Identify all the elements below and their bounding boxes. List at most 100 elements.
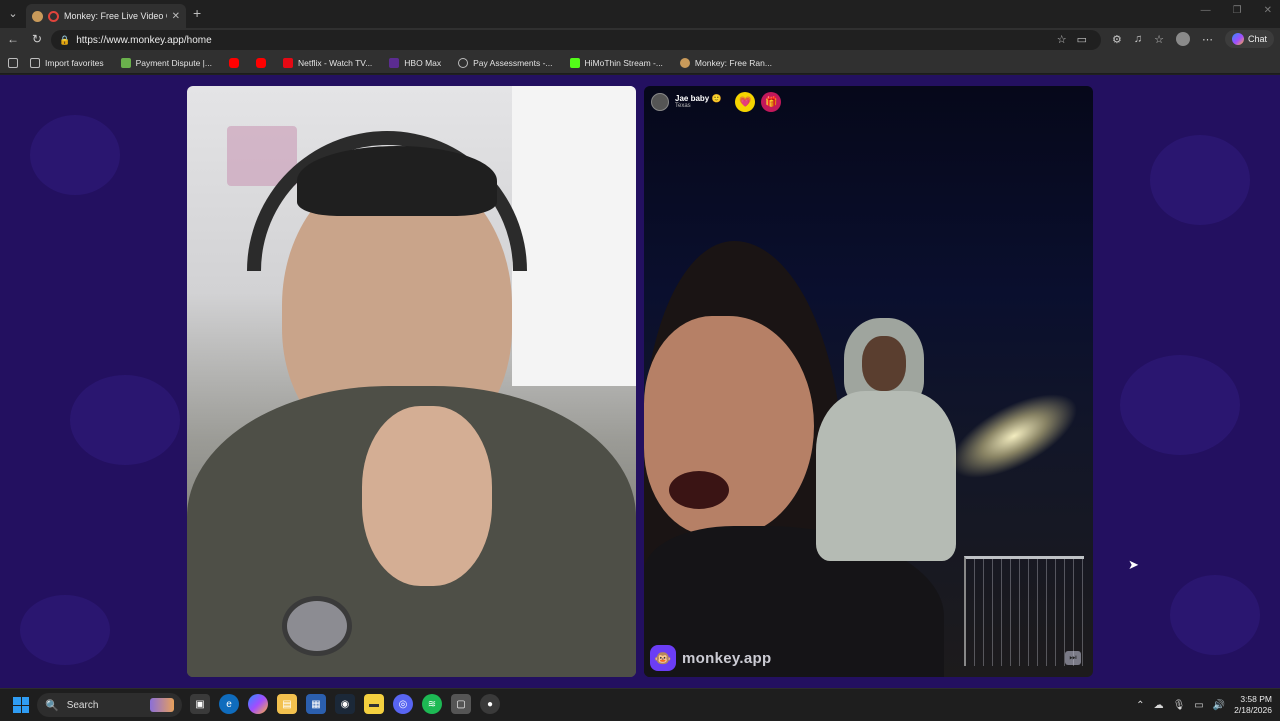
close-window-icon[interactable]: ✕ <box>1264 5 1272 16</box>
monkey-video-chat-page: Jae baby 🙂 Texas 💗 🎁 🐵 monkey.app ⏭ ➤ <box>0 75 1280 688</box>
more-menu-icon[interactable]: ⋯ <box>1202 33 1213 46</box>
import-icon <box>30 57 40 68</box>
gift-badge-icon[interactable]: 🎁 <box>761 92 782 112</box>
chat-label: Chat <box>1247 34 1267 44</box>
start-button[interactable] <box>13 697 29 713</box>
watermark-text: monkey.app <box>682 649 772 667</box>
spotify-icon[interactable]: ≋ <box>422 694 442 714</box>
youtube-icon <box>255 57 266 68</box>
sticky-notes-icon[interactable]: ▬ <box>364 694 384 714</box>
self-video-feed <box>187 86 636 677</box>
bookmark-kick-stream[interactable]: HiMoThin Stream -... <box>569 57 663 68</box>
youtube-icon <box>228 57 239 68</box>
bookmark-favicon-icon <box>120 57 131 68</box>
file-explorer-icon[interactable]: ▤ <box>277 694 297 714</box>
search-icon: 🔍 <box>45 699 59 712</box>
bookmark-hbo-max[interactable]: HBO Max <box>389 57 441 68</box>
bookmark-netflix[interactable]: Netflix - Watch TV... <box>282 57 372 68</box>
bystander-hoodie <box>816 391 956 561</box>
bookmark-payment-dispute[interactable]: Payment Dispute |... <box>120 57 212 68</box>
edge-icon[interactable]: e <box>219 694 239 714</box>
street-light-glare <box>938 376 1090 496</box>
bookmark-monkey[interactable]: Monkey: Free Ran... <box>679 57 772 68</box>
obs-icon[interactable]: ● <box>480 694 500 714</box>
recording-indicator-icon <box>48 10 59 22</box>
taskbar-apps: ▣ e ▤ ▦ ◉ ▬ ◎ ≋ ▢ ● <box>190 694 500 714</box>
remote-user-header: Jae baby 🙂 Texas 💗 🎁 <box>651 92 782 112</box>
heart-badge-icon[interactable]: 💗 <box>735 92 756 112</box>
clock-time: 3:58 PM <box>1240 694 1272 704</box>
tab-title: Monkey: Free Live Video Chat <box>64 11 167 21</box>
volume-icon[interactable]: 🔊 <box>1213 700 1225 711</box>
hand <box>362 406 492 586</box>
tray-overflow-icon[interactable]: ⌃ <box>1136 700 1144 711</box>
background-pattern <box>20 595 110 665</box>
globe-icon <box>458 57 469 68</box>
bookmark-pay-assessments[interactable]: Pay Assessments -... <box>458 57 553 68</box>
clock-date: 2/18/2026 <box>1234 705 1272 715</box>
window-light <box>512 86 636 386</box>
remote-user-info: Jae baby 🙂 Texas <box>675 94 721 110</box>
remote-location: Texas <box>675 103 691 109</box>
store-icon[interactable]: ▦ <box>306 694 326 714</box>
monkey-favicon-icon <box>679 57 690 68</box>
tab-monkey[interactable]: Monkey: Free Live Video Chat ✕ <box>26 4 186 28</box>
remote-mouth <box>669 471 729 509</box>
reload-button[interactable]: ↻ <box>29 32 45 46</box>
remote-video-feed: Jae baby 🙂 Texas 💗 🎁 🐵 monkey.app ⏭ <box>644 86 1093 677</box>
tab-strip: ⌄ Monkey: Free Live Video Chat ✕ + — ❐ ✕ <box>0 0 1280 28</box>
monkey-logo-icon: 🐵 <box>650 645 676 671</box>
bookmark-youtube-2[interactable] <box>255 57 271 68</box>
background-pattern <box>30 115 120 195</box>
maximize-icon[interactable]: ❐ <box>1233 5 1242 16</box>
skip-icon[interactable]: ⏭ <box>1065 651 1081 665</box>
kick-icon <box>569 57 580 68</box>
media-control-icon[interactable]: ♫ <box>1134 33 1142 45</box>
steam-icon[interactable]: ◉ <box>335 694 355 714</box>
background-pattern <box>1120 355 1240 455</box>
clock[interactable]: 3:58 PM 2/18/2026 <box>1234 694 1272 716</box>
site-info-icon[interactable]: 🔒 <box>59 35 70 46</box>
microphone-icon[interactable]: 🎙 <box>1173 700 1186 711</box>
bookmark-import-favorites[interactable]: Import favorites <box>30 57 104 68</box>
taskbar-search[interactable]: 🔍 Search <box>37 693 182 717</box>
monkey-favicon-icon <box>32 10 43 22</box>
tab-actions-icon[interactable] <box>8 57 18 68</box>
bookmark-youtube-1[interactable] <box>228 57 244 68</box>
mouse-cursor-icon: ➤ <box>1128 557 1139 572</box>
back-button[interactable]: ← <box>5 32 21 46</box>
new-tab-button[interactable]: + <box>193 5 201 21</box>
remote-username: Jae baby 🙂 <box>675 94 722 103</box>
copilot-taskbar-icon[interactable] <box>248 694 268 714</box>
onedrive-icon[interactable]: ☁ <box>1154 700 1164 711</box>
tab-close-icon[interactable]: ✕ <box>172 11 180 22</box>
background-pattern <box>1150 135 1250 225</box>
search-label: Search <box>66 699 99 711</box>
favorite-star-icon[interactable]: ☆ <box>1057 33 1067 46</box>
url-text[interactable]: https://www.monkey.app/home <box>76 35 211 46</box>
task-view-icon[interactable]: ▣ <box>190 694 210 714</box>
favorites-icon[interactable]: ☆ <box>1154 33 1164 46</box>
discord-icon[interactable]: ◎ <box>393 694 413 714</box>
hair <box>297 146 497 216</box>
minimize-icon[interactable]: — <box>1201 5 1211 16</box>
railing <box>964 556 1084 666</box>
camera-icon[interactable]: ▭ <box>1077 33 1087 46</box>
app-window-icon[interactable]: ▢ <box>451 694 471 714</box>
profile-avatar[interactable] <box>1175 32 1190 46</box>
window-controls: — ❐ ✕ <box>1201 5 1272 16</box>
monkey-watermark: 🐵 monkey.app <box>650 645 771 671</box>
background-pattern <box>70 375 180 465</box>
background-pattern <box>1170 575 1260 655</box>
tab-actions-menu-icon[interactable]: ⌄ <box>4 5 22 23</box>
copilot-icon <box>1231 33 1244 45</box>
system-tray: ⌃ ☁ 🎙 ▭ 🔊 3:58 PM 2/18/2026 <box>1136 689 1272 721</box>
extensions-icon[interactable]: ⚙ <box>1112 33 1122 46</box>
remote-face <box>644 316 814 536</box>
address-bar[interactable]: 🔒 https://www.monkey.app/home ☆ ▭ <box>51 30 1101 50</box>
network-icon[interactable]: ▭ <box>1194 700 1203 711</box>
hbo-max-icon <box>389 57 400 68</box>
remote-avatar[interactable] <box>651 93 669 111</box>
bystander-face <box>862 336 906 391</box>
copilot-chat-button[interactable]: Chat <box>1224 30 1274 48</box>
